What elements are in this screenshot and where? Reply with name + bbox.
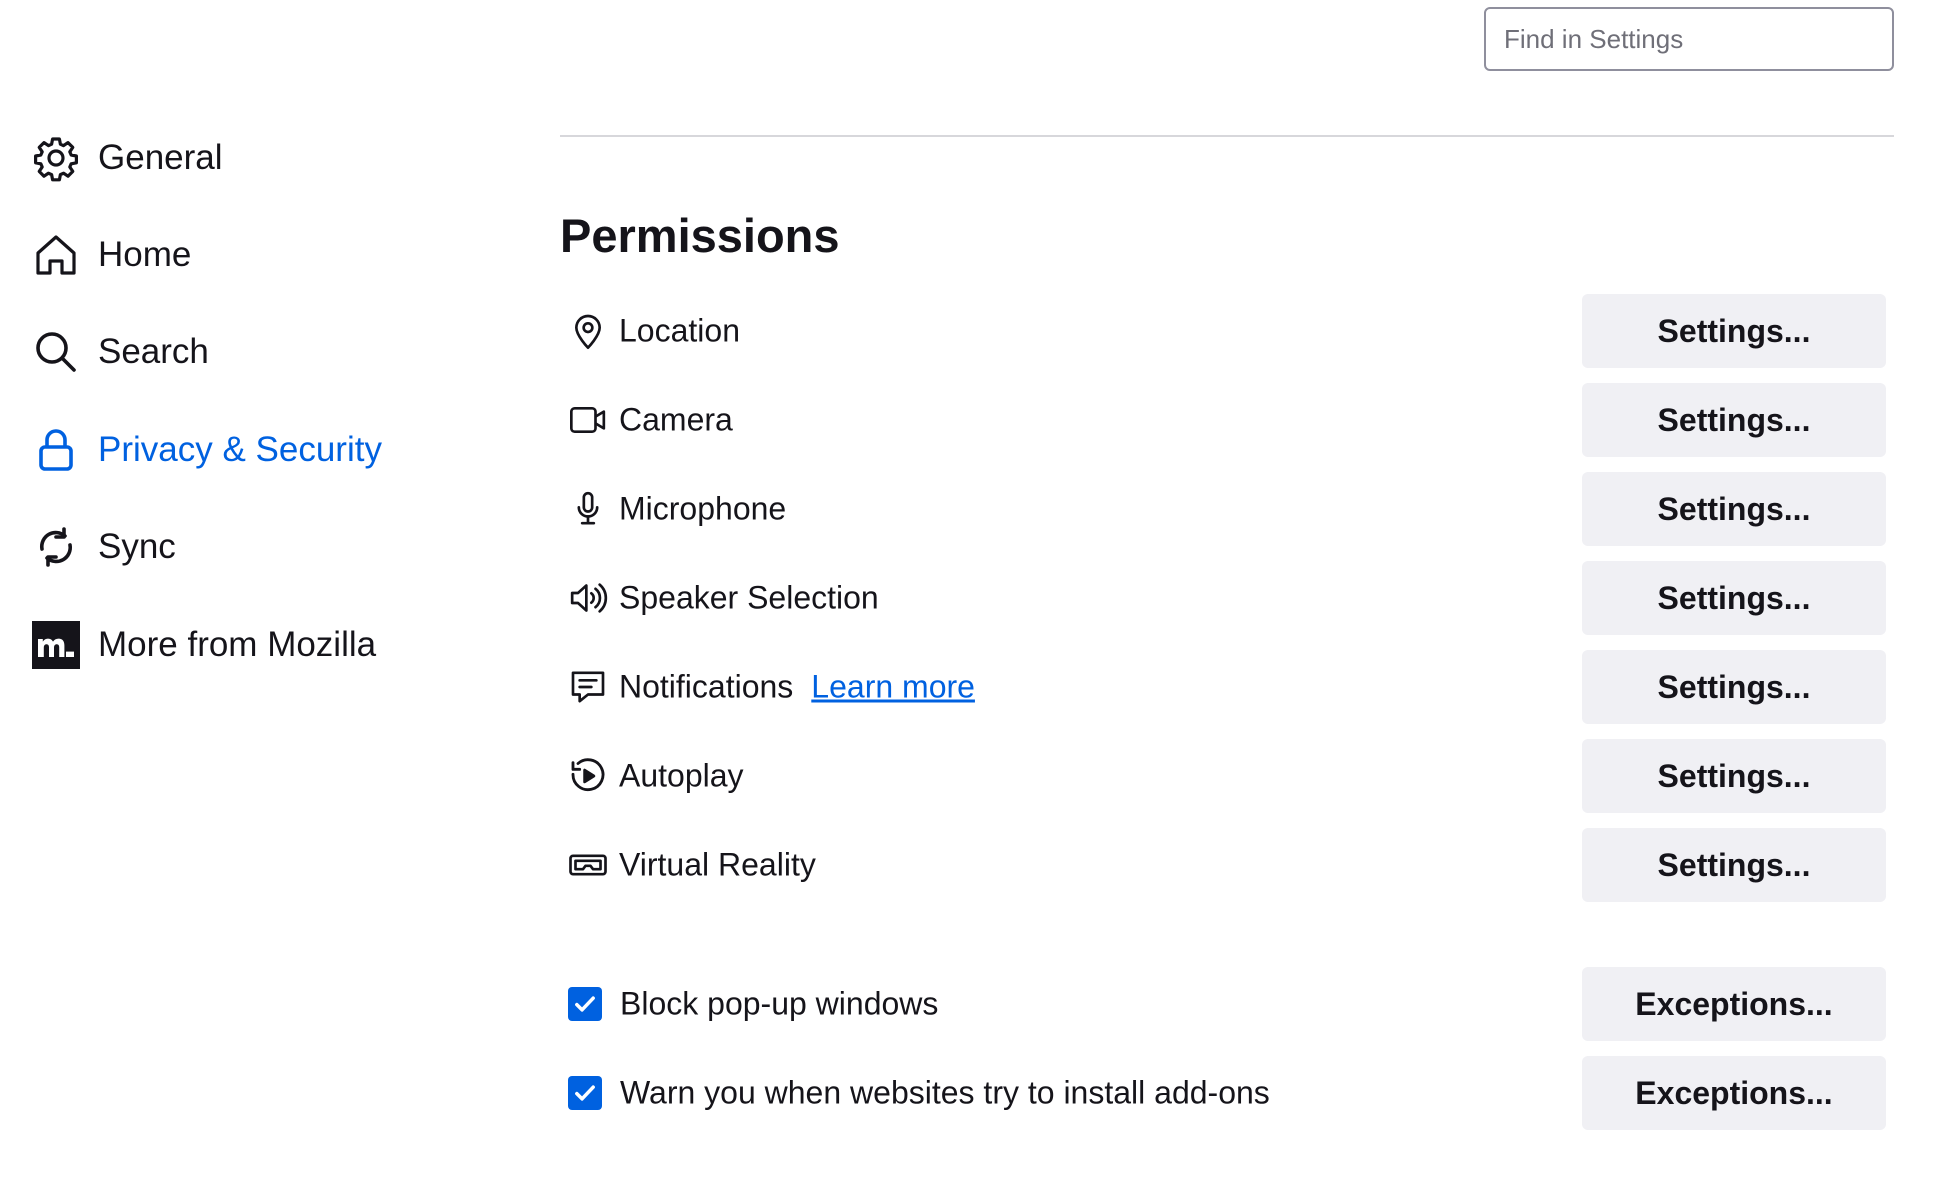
virtual-reality-settings-button[interactable]: Settings... (1582, 828, 1886, 902)
section-divider (560, 135, 1894, 137)
learn-more-link[interactable]: Learn more (811, 669, 975, 705)
sidebar-item-label: More from Mozilla (98, 625, 377, 664)
sidebar-item-label: Home (98, 235, 192, 274)
notifications-label: Notifications (619, 668, 794, 705)
speaker-icon (568, 578, 608, 618)
addons-exceptions-button[interactable]: Exceptions... (1582, 1056, 1886, 1130)
warn-addons-row: Warn you when websites try to install ad… (560, 1056, 1894, 1130)
sidebar-item-label: Sync (98, 527, 176, 566)
camera-icon (568, 400, 608, 440)
permission-label: Microphone (619, 490, 787, 527)
permission-label: Speaker Selection (619, 579, 879, 616)
permission-label: Camera (619, 401, 733, 438)
sidebar-item-search[interactable]: Search (30, 322, 209, 382)
permission-row-location: Location Settings... (560, 294, 1894, 368)
permission-row-notifications: Notifications Learn more Settings... (560, 650, 1894, 724)
permission-label: Location (619, 312, 740, 349)
autoplay-icon (568, 756, 608, 796)
popup-exceptions-button[interactable]: Exceptions... (1582, 967, 1886, 1041)
speaker-selection-settings-button[interactable]: Settings... (1582, 561, 1886, 635)
sidebar-item-label: General (98, 138, 223, 177)
location-settings-button[interactable]: Settings... (1582, 294, 1886, 368)
lock-icon (30, 424, 82, 476)
permission-label: Autoplay (619, 757, 744, 794)
permission-row-camera: Camera Settings... (560, 383, 1894, 457)
block-popups-checkbox[interactable] (568, 987, 602, 1021)
notifications-settings-button[interactable]: Settings... (1582, 650, 1886, 724)
sidebar-item-general[interactable]: General (30, 128, 223, 188)
notification-icon (568, 667, 608, 707)
block-popups-row: Block pop-up windows Exceptions... (560, 967, 1894, 1041)
permission-label: Notifications Learn more (619, 669, 975, 706)
permission-row-autoplay: Autoplay Settings... (560, 739, 1894, 813)
find-in-settings-input[interactable] (1484, 7, 1894, 71)
microphone-settings-button[interactable]: Settings... (1582, 472, 1886, 546)
permission-row-microphone: Microphone Settings... (560, 472, 1894, 546)
permission-row-speaker-selection: Speaker Selection Settings... (560, 561, 1894, 635)
warn-addons-label: Warn you when websites try to install ad… (620, 1074, 1270, 1111)
autoplay-settings-button[interactable]: Settings... (1582, 739, 1886, 813)
checkmark-icon (575, 996, 595, 1012)
gear-icon (30, 132, 82, 184)
checkmark-icon (575, 1085, 595, 1101)
microphone-icon (568, 489, 608, 529)
camera-settings-button[interactable]: Settings... (1582, 383, 1886, 457)
search-icon (30, 326, 82, 378)
sync-icon (30, 521, 82, 573)
sidebar-item-label: Privacy & Security (98, 430, 382, 469)
block-popups-label: Block pop-up windows (620, 985, 939, 1022)
mozilla-icon (30, 619, 82, 671)
sidebar-item-sync[interactable]: Sync (30, 517, 176, 577)
sidebar-item-more-from-mozilla[interactable]: More from Mozilla (30, 615, 376, 675)
warn-addons-checkbox[interactable] (568, 1076, 602, 1110)
permission-row-virtual-reality: Virtual Reality Settings... (560, 828, 1894, 902)
permission-label: Virtual Reality (619, 846, 816, 883)
sidebar-item-home[interactable]: Home (30, 225, 191, 285)
sidebar-item-privacy-security[interactable]: Privacy & Security (30, 420, 382, 480)
permissions-title: Permissions (560, 209, 840, 262)
home-icon (30, 229, 82, 281)
settings-page: General Home Search (0, 0, 1942, 1188)
vr-headset-icon (568, 845, 608, 885)
location-icon (568, 311, 608, 351)
sidebar-item-label: Search (98, 332, 209, 371)
